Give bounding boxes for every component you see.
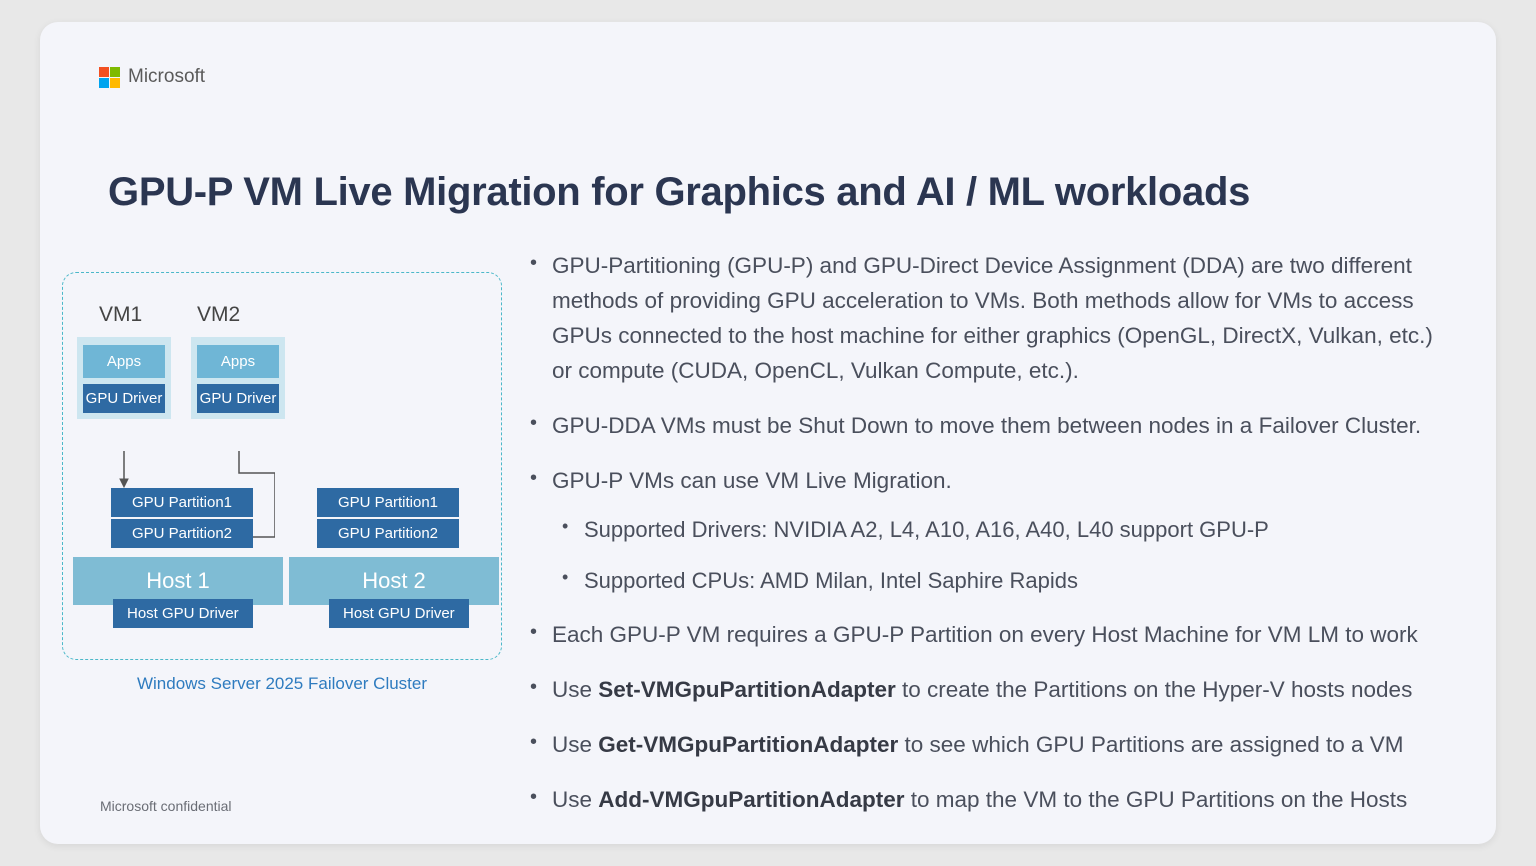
bullet-3-sub2: Supported CPUs: AMD Milan, Intel Saphire… [552, 564, 1436, 597]
host2-box: Host 2 [289, 557, 499, 605]
bullet-5: Use Set-VMGpuPartitionAdapter to create … [520, 672, 1436, 707]
microsoft-logo-icon [98, 66, 120, 88]
vm2-box: Apps GPU Driver [191, 337, 285, 419]
host2-partition2: GPU Partition2 [317, 519, 459, 548]
host1-partitions: GPU Partition1 GPU Partition2 [111, 488, 253, 548]
diagram: VM1 VM2 Apps GPU Driver Apps GPU Driver … [62, 272, 504, 694]
cluster-box: VM1 VM2 Apps GPU Driver Apps GPU Driver … [62, 272, 502, 660]
vm1-box: Apps GPU Driver [77, 337, 171, 419]
footer-confidential: Microsoft confidential [100, 798, 232, 814]
host1-partition2: GPU Partition2 [111, 519, 253, 548]
host1-box: Host 1 [73, 557, 283, 605]
bullet-3-sub1: Supported Drivers: NVIDIA A2, L4, A10, A… [552, 513, 1436, 546]
bullet-1: GPU-Partitioning (GPU-P) and GPU-Direct … [520, 248, 1436, 388]
vm1-apps: Apps [83, 345, 165, 378]
bullet-2: GPU-DDA VMs must be Shut Down to move th… [520, 408, 1436, 443]
brand-text: Microsoft [128, 66, 205, 88]
vm1-gpu-driver: GPU Driver [83, 384, 165, 413]
vm2-gpu-driver: GPU Driver [197, 384, 279, 413]
content-bullets: GPU-Partitioning (GPU-P) and GPU-Direct … [520, 248, 1436, 837]
brand-row: Microsoft [98, 66, 205, 88]
host1-partition1: GPU Partition1 [111, 488, 253, 517]
bullet-3-text: GPU-P VMs can use VM Live Migration. [552, 468, 952, 493]
vm1-label: VM1 [99, 303, 142, 327]
bullet-4: Each GPU-P VM requires a GPU-P Partition… [520, 617, 1436, 652]
host2-gpu-driver: Host GPU Driver [329, 599, 469, 628]
slide-title: GPU-P VM Live Migration for Graphics and… [108, 170, 1250, 215]
host1-gpu-driver: Host GPU Driver [113, 599, 253, 628]
cmd-add: Add-VMGpuPartitionAdapter [598, 787, 904, 812]
host2-partitions: GPU Partition1 GPU Partition2 [317, 488, 459, 548]
cmd-get: Get-VMGpuPartitionAdapter [598, 732, 898, 757]
arrow-vm1-to-partition-icon [118, 451, 130, 489]
cmd-set: Set-VMGpuPartitionAdapter [598, 677, 896, 702]
bullet-7: Use Add-VMGpuPartitionAdapter to map the… [520, 782, 1436, 817]
vm2-label: VM2 [197, 303, 240, 327]
host2-partition1: GPU Partition1 [317, 488, 459, 517]
bullet-6: Use Get-VMGpuPartitionAdapter to see whi… [520, 727, 1436, 762]
vm2-apps: Apps [197, 345, 279, 378]
slide: Microsoft GPU-P VM Live Migration for Gr… [40, 22, 1496, 844]
bullet-3: GPU-P VMs can use VM Live Migration. Sup… [520, 463, 1436, 596]
diagram-caption: Windows Server 2025 Failover Cluster [62, 674, 502, 694]
